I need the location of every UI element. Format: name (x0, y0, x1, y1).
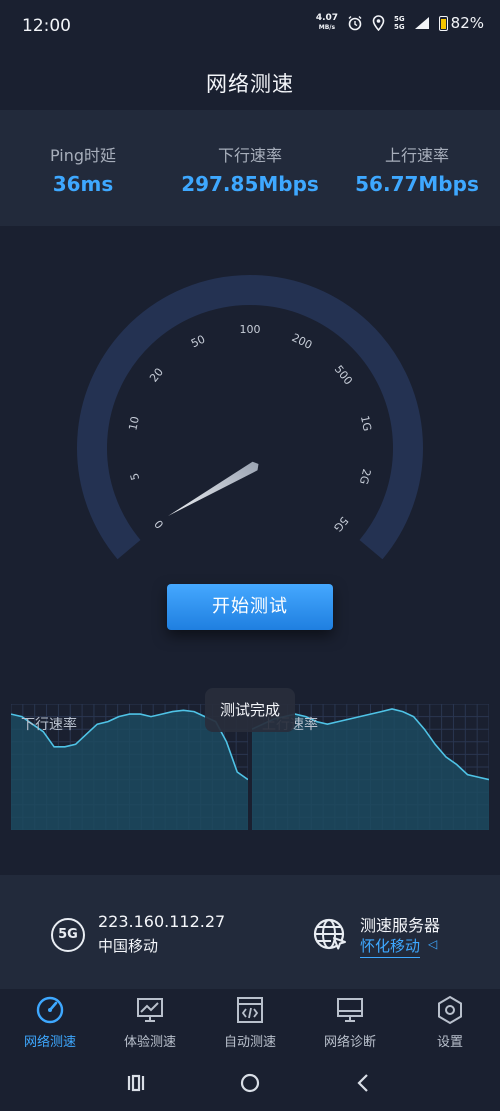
gauge-tick-label: 200 (290, 331, 315, 352)
ping-label: Ping时延 (49, 146, 117, 165)
signal-strength-icon (414, 17, 429, 29)
nav-item-speed-test[interactable]: 网络测速 (0, 989, 100, 1057)
server-select-link[interactable]: 怀化移动 (360, 935, 421, 958)
globe-cursor-icon (313, 918, 346, 950)
network-speed-unit: MB/s (318, 24, 336, 31)
signal-5g-label-2: 5G (394, 23, 405, 31)
recent-apps-icon[interactable] (122, 1069, 150, 1097)
nav-label-speed-test: 网络测速 (23, 1035, 76, 1050)
bottom-nav: 网络测速 体验测速 自动测速 网络诊断 设置 (0, 989, 500, 1057)
gauge-tick-label: 10 (126, 415, 142, 431)
gauge-tick-labels: 0 5 10 20 50 100 200 500 1G 2G 5G (126, 323, 374, 534)
download-stat: 下行速率 297.85Mbps (167, 142, 333, 196)
test-complete-toast: 测试完成 (205, 688, 295, 732)
start-test-button[interactable]: 开始测试 (167, 584, 333, 630)
trend-monitor-icon (137, 998, 163, 1022)
gauge-tick-label: 50 (189, 333, 207, 351)
carrier-name: 中国移动 (98, 937, 159, 955)
nav-item-experience-test[interactable]: 体验测速 (100, 989, 200, 1057)
upload-value: 56.77Mbps (355, 172, 479, 196)
network-speed-value: 4.07 (315, 13, 339, 23)
alarm-icon (348, 16, 362, 31)
download-value: 297.85Mbps (181, 172, 319, 196)
status-bar: 12:00 4.07 MB/s 5G 5G 82% (0, 0, 500, 52)
nav-item-auto-test[interactable]: 自动测速 (200, 989, 300, 1057)
gauge-tick-label: 100 (240, 323, 261, 336)
battery-icon (438, 15, 448, 31)
signal-5g-label-1: 5G (394, 15, 405, 23)
nav-label-experience-test: 体验测速 (123, 1035, 176, 1050)
monitor-icon (337, 998, 363, 1022)
ping-value: 36ms (52, 172, 114, 196)
battery-percent: 82% (450, 14, 484, 32)
network-speed-indicator: 4.07 MB/s (316, 14, 338, 32)
app-header: 网络测速 (0, 52, 500, 110)
speedometer-icon (36, 996, 64, 1024)
server-label: 测速服务器 (360, 916, 441, 935)
gauge-tick-label: 5G (331, 514, 351, 534)
upload-label: 上行速率 (384, 146, 449, 165)
home-icon[interactable] (236, 1069, 264, 1097)
gauge-tick-label: 2G (357, 468, 373, 486)
nav-item-settings[interactable]: 设置 (400, 989, 500, 1057)
ip-address: 223.160.112.27 (98, 912, 226, 931)
back-icon[interactable] (350, 1069, 378, 1097)
network-info-panel: 5G 223.160.112.27 中国移动 测速服务器 怀化移动 ◁ (0, 875, 500, 989)
download-chart-label: 下行速率 (21, 717, 77, 733)
gauge-tick-label: 1G (358, 414, 374, 432)
page-title: 网络测速 (206, 72, 294, 96)
gauge-tick-label: 0 (152, 517, 166, 531)
gauge-tick-label: 5 (128, 472, 142, 482)
battery-status: 82% (438, 14, 484, 32)
signal-5g-labels: 5G 5G (394, 15, 405, 31)
stats-panel: Ping时延 36ms 下行速率 297.85Mbps 上行速率 56.77Mb… (0, 110, 500, 226)
server-dropdown-arrow-icon[interactable]: ◁ (428, 937, 437, 951)
nav-item-diagnosis[interactable]: 网络诊断 (300, 989, 400, 1057)
system-nav-bar (0, 1057, 500, 1111)
download-label: 下行速率 (217, 146, 282, 165)
status-icons: 4.07 MB/s 5G 5G 82% (316, 14, 484, 33)
gauge-tick-label: 20 (147, 366, 166, 385)
nav-label-settings: 设置 (436, 1035, 463, 1050)
location-icon (372, 15, 385, 31)
gauge-tick-label: 500 (332, 363, 355, 388)
ping-stat: Ping时延 36ms (0, 142, 166, 196)
upload-stat: 上行速率 56.77Mbps (334, 142, 500, 196)
gauge-needle (168, 461, 259, 516)
status-time: 12:00 (22, 16, 71, 36)
code-window-icon (237, 997, 263, 1023)
nav-label-auto-test: 自动测速 (223, 1035, 276, 1050)
network-5g-icon: 5G (51, 918, 85, 952)
speed-gauge-area: 0 5 10 20 50 100 200 500 1G 2G 5G 开始测试 (0, 226, 500, 686)
hexagon-gear-icon (438, 995, 462, 1025)
nav-label-diagnosis: 网络诊断 (323, 1035, 376, 1050)
